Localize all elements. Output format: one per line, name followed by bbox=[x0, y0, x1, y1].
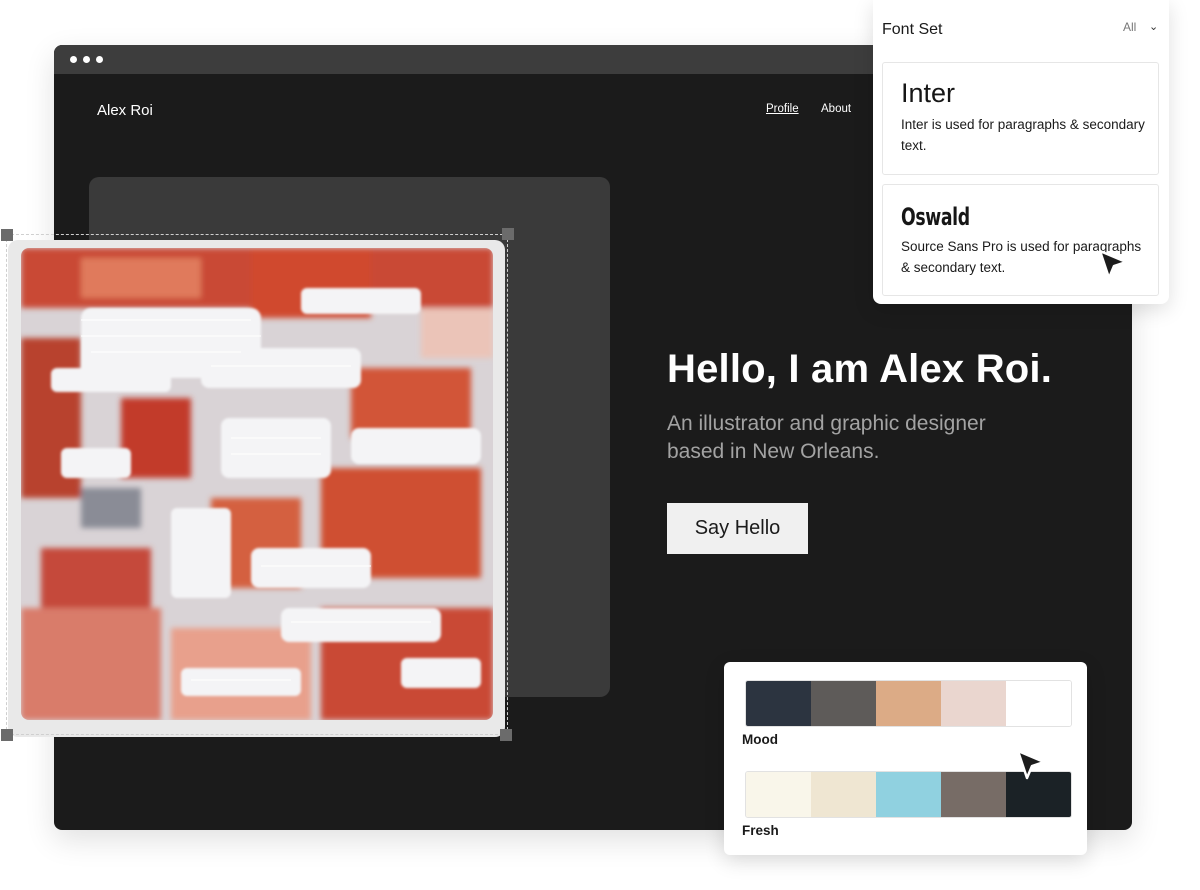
color-swatch[interactable] bbox=[746, 681, 811, 726]
palette-swatches-fresh[interactable] bbox=[745, 771, 1072, 818]
stage: Alex Roi Profile About Hello, I am Alex … bbox=[0, 0, 1200, 890]
font-option-name: Inter bbox=[901, 78, 956, 108]
abstract-painting-image[interactable] bbox=[21, 248, 493, 720]
color-palette-panel: Mood Fresh bbox=[724, 662, 1087, 855]
color-swatch[interactable] bbox=[941, 681, 1006, 726]
palette-swatches-mood[interactable] bbox=[745, 680, 1072, 727]
window-dot bbox=[83, 56, 90, 63]
color-swatch[interactable] bbox=[1006, 772, 1071, 817]
font-option-description: Source Sans Pro is used for paragraphs &… bbox=[901, 239, 1142, 275]
color-swatch[interactable] bbox=[746, 772, 811, 817]
resize-handle-top-right[interactable] bbox=[502, 228, 514, 240]
font-filter-select[interactable]: All bbox=[1123, 20, 1136, 34]
say-hello-button[interactable]: Say Hello bbox=[667, 503, 808, 554]
dots-icon bbox=[70, 56, 103, 63]
painting-artwork bbox=[21, 248, 493, 720]
window-dot bbox=[96, 56, 103, 63]
nav-link-profile[interactable]: Profile bbox=[766, 103, 799, 115]
window-dot bbox=[70, 56, 77, 63]
resize-handle-top-left[interactable] bbox=[1, 229, 13, 241]
font-set-title: Font Set bbox=[882, 21, 943, 38]
color-swatch[interactable] bbox=[811, 681, 876, 726]
font-option-description: Inter is used for paragraphs & secondary… bbox=[901, 117, 1145, 153]
font-set-panel: Font Set All ⌄ Inter Inter is used for p… bbox=[873, 0, 1169, 304]
font-option-inter[interactable]: Inter Inter is used for paragraphs & sec… bbox=[882, 62, 1159, 175]
color-swatch[interactable] bbox=[811, 772, 876, 817]
color-swatch[interactable] bbox=[941, 772, 1006, 817]
color-swatch[interactable] bbox=[876, 772, 941, 817]
font-option-oswald[interactable]: Oswald Source Sans Pro is used for parag… bbox=[882, 184, 1159, 296]
palette-label-mood: Mood bbox=[742, 732, 778, 747]
hero-title: Hello, I am Alex Roi. bbox=[667, 347, 1053, 391]
site-logo[interactable]: Alex Roi bbox=[97, 102, 153, 119]
palette-label-fresh: Fresh bbox=[742, 823, 779, 838]
color-swatch[interactable] bbox=[1006, 681, 1071, 726]
chevron-down-icon[interactable]: ⌄ bbox=[1149, 20, 1158, 33]
nav-link-about[interactable]: About bbox=[821, 103, 851, 115]
color-swatch[interactable] bbox=[876, 681, 941, 726]
hero-subtitle: An illustrator and graphic designer base… bbox=[667, 412, 986, 463]
font-option-name: Oswald bbox=[901, 203, 970, 231]
resize-handle-bottom-right[interactable] bbox=[500, 729, 512, 741]
resize-handle-bottom-left[interactable] bbox=[1, 729, 13, 741]
